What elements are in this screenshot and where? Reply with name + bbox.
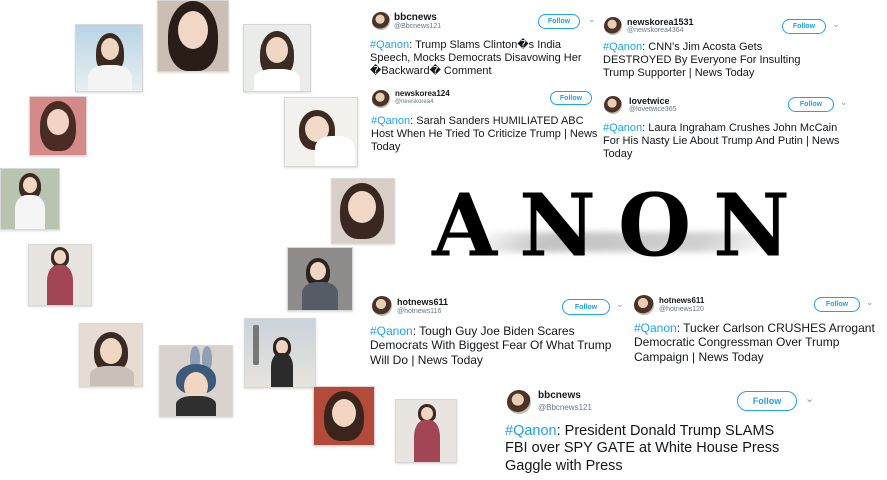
tweet-author-name[interactable]: bbcnews bbox=[394, 12, 437, 23]
follow-button[interactable]: Follow bbox=[538, 14, 580, 29]
tweet-card-5: hotnews611 @hotnews116 Follow ⌄ #Qanon: … bbox=[368, 293, 630, 371]
photo-13 bbox=[313, 386, 375, 446]
tweet-author-handle[interactable]: @lovetwice365 bbox=[629, 106, 677, 113]
photo-7 bbox=[331, 178, 395, 244]
hashtag-link[interactable]: #Qanon bbox=[603, 122, 642, 134]
tweet-card-2: newskorea1531 @newskorea4364 Follow ⌄ #Q… bbox=[600, 13, 848, 85]
photo-12 bbox=[159, 345, 233, 417]
avatar[interactable] bbox=[372, 296, 392, 316]
hashtag-link[interactable]: #Qanon bbox=[634, 321, 677, 335]
hashtag-link[interactable]: #Qanon bbox=[370, 39, 409, 51]
tweet-author-name[interactable]: lovetwice bbox=[629, 96, 670, 106]
chevron-down-icon[interactable]: ⌄ bbox=[805, 392, 814, 405]
tweet-text: #Qanon: Sarah Sanders HUMILIATED ABC Hos… bbox=[371, 115, 601, 155]
tweet-author-handle[interactable]: @hotnews120 bbox=[659, 306, 704, 313]
tweet-author-handle[interactable]: @Bbcnews121 bbox=[394, 23, 441, 30]
tweet-author-name[interactable]: hotnews611 bbox=[659, 296, 704, 305]
follow-button[interactable]: Follow bbox=[782, 19, 826, 34]
photo-3 bbox=[243, 24, 311, 92]
photo-11 bbox=[79, 323, 143, 387]
overlay-title: ANON bbox=[432, 175, 812, 276]
tweet-author-handle[interactable]: @newskorea4364 bbox=[627, 27, 684, 34]
avatar[interactable] bbox=[604, 96, 622, 114]
tweet-author-name[interactable]: bbcnews bbox=[538, 390, 581, 401]
tweet-author-handle[interactable]: @newskorea4 bbox=[395, 99, 433, 105]
tweet-text: #Qanon: Tough Guy Joe Biden Scares Democ… bbox=[370, 324, 628, 367]
chevron-down-icon[interactable]: ⌄ bbox=[588, 14, 596, 25]
chevron-down-icon[interactable]: ⌄ bbox=[832, 19, 840, 30]
tweet-card-7: bbcnews @Bbcnews121 Follow ⌄ #Qanon: Pre… bbox=[503, 384, 821, 478]
tweet-text: #Qanon: Trump Slams Clinton�s India Spee… bbox=[370, 39, 598, 79]
photo-10 bbox=[244, 318, 316, 388]
hashtag-link[interactable]: #Qanon bbox=[603, 41, 642, 53]
photo-5 bbox=[284, 97, 358, 167]
photo-8 bbox=[28, 244, 92, 306]
photo-6 bbox=[0, 168, 60, 230]
follow-button[interactable]: Follow bbox=[814, 297, 860, 312]
photo-4 bbox=[29, 96, 87, 156]
chevron-down-icon[interactable]: ⌄ bbox=[840, 97, 848, 108]
avatar[interactable] bbox=[634, 295, 654, 315]
tweet-card-3: newskorea124 @newskorea4 Follow #Qanon: … bbox=[368, 86, 604, 160]
tweet-text: #Qanon: President Donald Trump SLAMS FBI… bbox=[505, 423, 781, 475]
tweet-author-handle[interactable]: @Bbcnews121 bbox=[538, 403, 592, 412]
chevron-down-icon[interactable]: ⌄ bbox=[866, 297, 874, 308]
avatar[interactable] bbox=[372, 90, 390, 108]
tweet-author-name[interactable]: newskorea1531 bbox=[627, 17, 694, 27]
photo-9 bbox=[287, 247, 353, 311]
tweet-card-1: bbcnews @Bbcnews121 Follow ⌄ #Qanon: Tru… bbox=[368, 8, 604, 84]
tweet-card-4: lovetwice @lovetwice365 Follow ⌄ #Qanon:… bbox=[600, 93, 848, 165]
tweet-text: #Qanon: Tucker Carlson CRUSHES Arrogant … bbox=[634, 321, 879, 364]
tweet-text: #Qanon: Laura Ingraham Crushes John McCa… bbox=[603, 122, 843, 162]
hashtag-link[interactable]: #Qanon bbox=[371, 115, 410, 127]
follow-button[interactable]: Follow bbox=[788, 97, 834, 112]
tweet-author-name[interactable]: newskorea124 bbox=[395, 89, 450, 98]
tweet-text: #Qanon: CNN's Jim Acosta Gets DESTROYED … bbox=[603, 41, 823, 81]
avatar[interactable] bbox=[604, 17, 622, 35]
photo-14 bbox=[395, 399, 457, 463]
photo-2 bbox=[157, 0, 229, 72]
avatar[interactable] bbox=[372, 12, 390, 30]
tweet-card-6: hotnews611 @hotnews120 Follow ⌄ #Qanon: … bbox=[632, 292, 882, 368]
tweet-author-handle[interactable]: @hotnews116 bbox=[397, 308, 441, 315]
follow-button[interactable]: Follow bbox=[550, 91, 592, 105]
hashtag-link[interactable]: #Qanon bbox=[505, 423, 557, 439]
avatar[interactable] bbox=[507, 390, 531, 414]
follow-button[interactable]: Follow bbox=[737, 391, 797, 411]
follow-button[interactable]: Follow bbox=[562, 299, 610, 315]
hashtag-link[interactable]: #Qanon bbox=[370, 324, 413, 338]
tweet-author-name[interactable]: hotnews611 bbox=[397, 297, 448, 307]
photo-1 bbox=[75, 24, 143, 92]
chevron-down-icon[interactable]: ⌄ bbox=[616, 299, 624, 310]
